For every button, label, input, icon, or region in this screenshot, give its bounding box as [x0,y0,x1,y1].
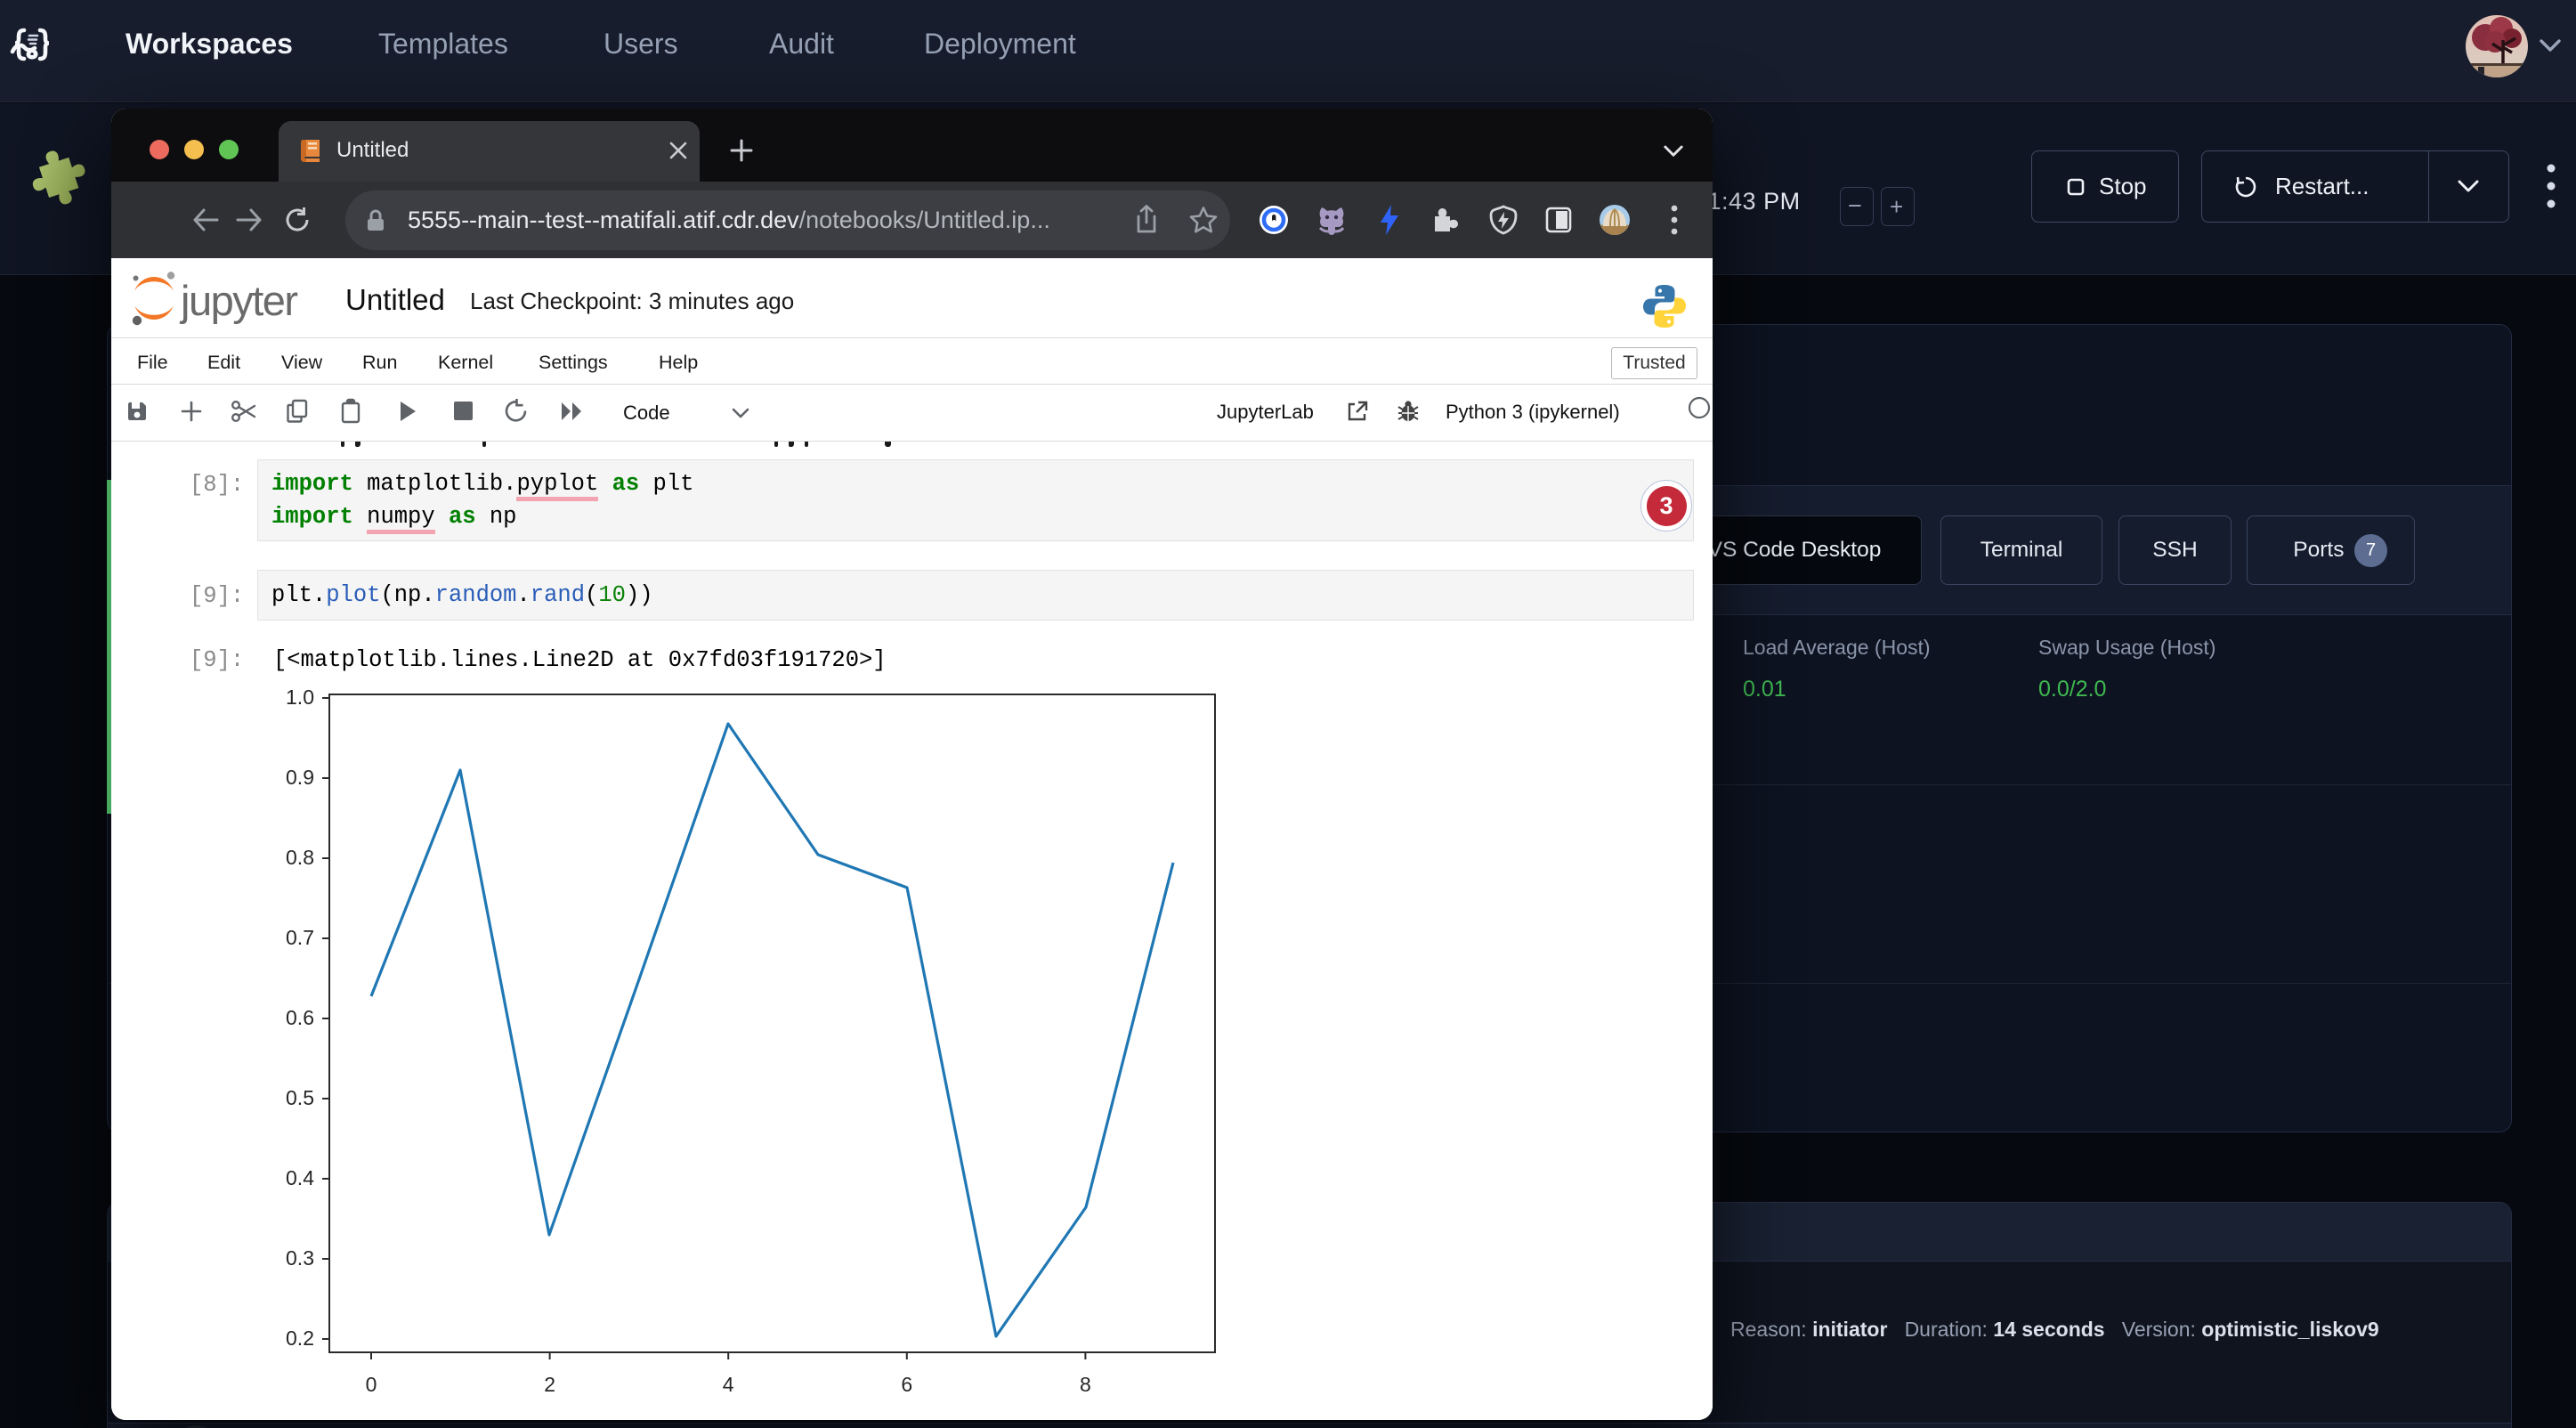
svg-text:0.7: 0.7 [286,926,314,949]
svg-text:0.3: 0.3 [286,1246,314,1270]
svg-text:0.8: 0.8 [286,846,314,869]
svg-text:0.5: 0.5 [286,1086,314,1109]
svg-text:0.4: 0.4 [286,1166,314,1189]
svg-text:8: 8 [1080,1373,1091,1396]
svg-text:0.6: 0.6 [286,1006,314,1029]
svg-text:0.2: 0.2 [286,1327,314,1350]
svg-text:0.9: 0.9 [286,766,314,789]
svg-text:1.0: 1.0 [286,686,314,709]
svg-text:2: 2 [544,1373,555,1396]
svg-text:0: 0 [366,1373,377,1396]
svg-text:4: 4 [723,1373,734,1396]
svg-text:6: 6 [901,1373,912,1396]
